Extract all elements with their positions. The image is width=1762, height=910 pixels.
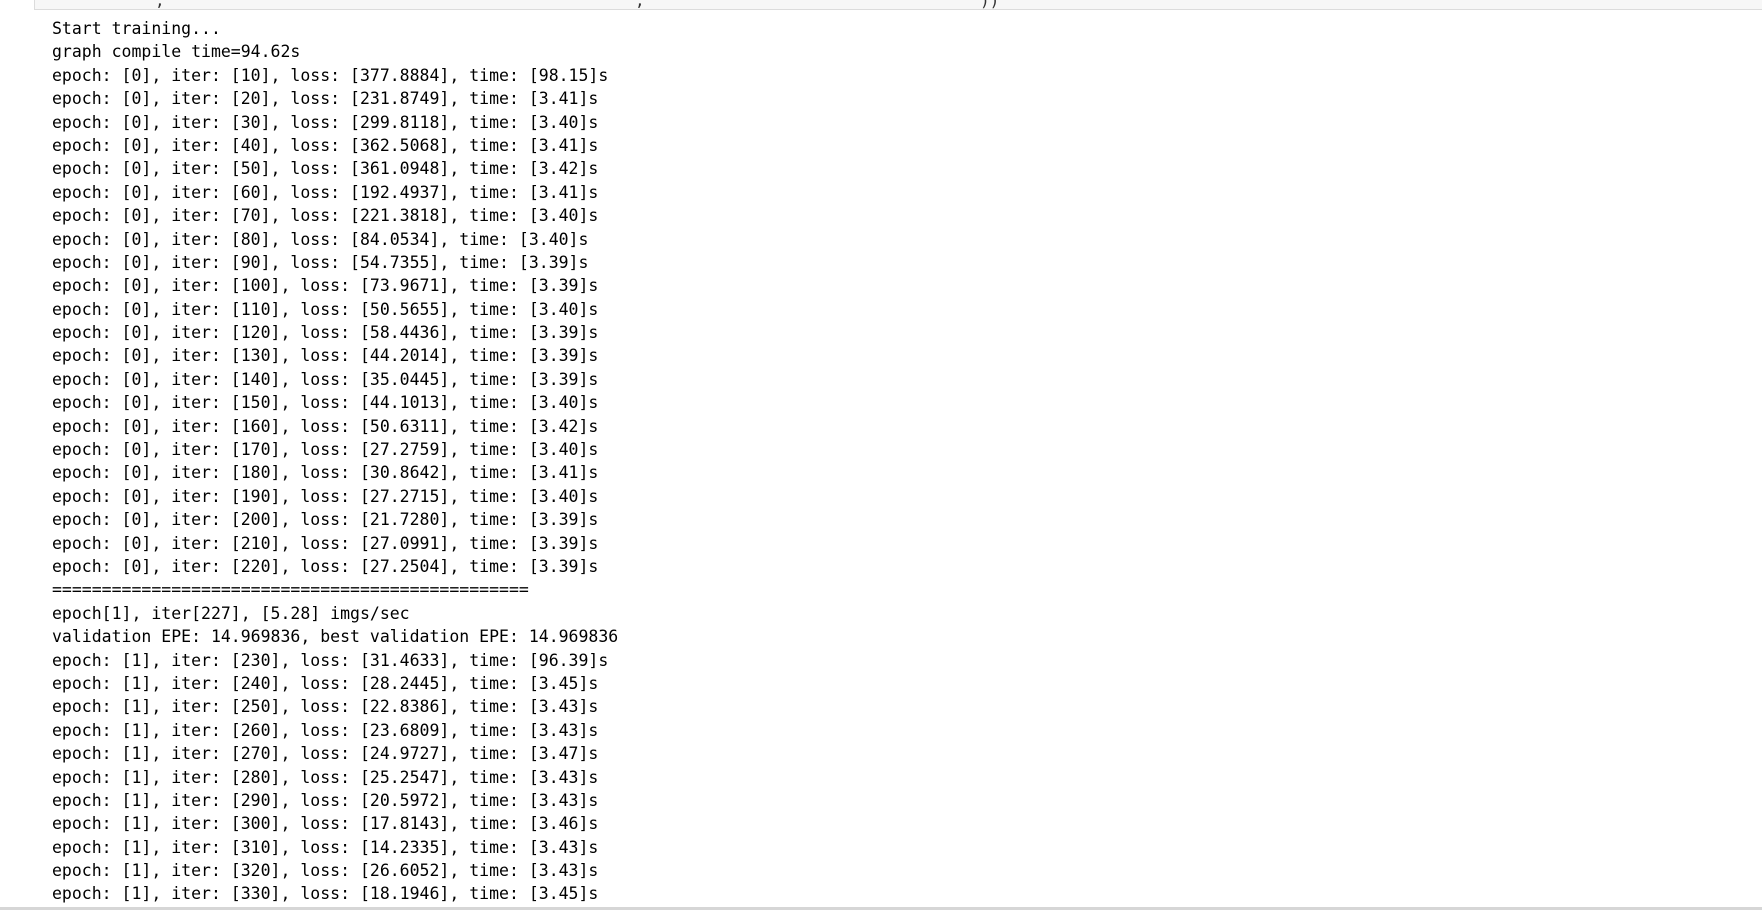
output-line: epoch: [0], iter: [20], loss: [231.8749]…	[52, 89, 599, 109]
output-line: epoch: [1], iter: [240], loss: [28.2445]…	[52, 673, 599, 693]
code-fragment: ,	[635, 0, 645, 10]
output-line: epoch: [0], iter: [160], loss: [50.6311]…	[52, 416, 599, 436]
code-fragment: _	[835, 0, 845, 10]
cell-output: Start training... graph compile time=94.…	[52, 17, 1752, 905]
output-line: epoch: [1], iter: [250], loss: [22.8386]…	[52, 697, 599, 717]
output-line: epoch: [1], iter: [310], loss: [14.2335]…	[52, 837, 599, 857]
code-fragment: ,	[155, 0, 165, 10]
code-fragment: _	[905, 0, 915, 10]
output-line: epoch: [0], iter: [190], loss: [27.2715]…	[52, 486, 599, 506]
code-fragment: '	[105, 0, 115, 10]
output-line: epoch: [0], iter: [130], loss: [44.2014]…	[52, 346, 599, 366]
code-fragment: '	[595, 0, 605, 10]
output-line: epoch: [0], iter: [60], loss: [192.4937]…	[52, 182, 599, 202]
output-line: epoch: [1], iter: [260], loss: [23.6809]…	[52, 720, 599, 740]
output-line: epoch: [0], iter: [120], loss: [58.4436]…	[52, 323, 599, 343]
code-cell-partial[interactable]: ' , " " ' , _ _ _ _ ))	[34, 0, 1762, 10]
output-line: epoch: [0], iter: [70], loss: [221.3818]…	[52, 206, 599, 226]
output-line: epoch: [0], iter: [100], loss: [73.9671]…	[52, 276, 599, 296]
output-line: epoch: [0], iter: [80], loss: [84.0534],…	[52, 229, 589, 249]
output-line: epoch: [0], iter: [40], loss: [362.5068]…	[52, 135, 599, 155]
output-line: epoch: [0], iter: [200], loss: [21.7280]…	[52, 510, 599, 530]
output-line: Start training...	[52, 19, 221, 38]
output-line: graph compile time=94.62s	[52, 42, 301, 62]
code-fragment: _	[940, 0, 950, 10]
output-line: epoch: [0], iter: [90], loss: [54.7355],…	[52, 252, 589, 272]
code-fragment: ))	[980, 0, 1000, 10]
output-line: validation EPE: 14.969836, best validati…	[52, 627, 619, 647]
output-line: epoch: [1], iter: [270], loss: [24.9727]…	[52, 744, 599, 764]
output-line: epoch: [0], iter: [180], loss: [30.8642]…	[52, 463, 599, 483]
output-line: epoch: [1], iter: [230], loss: [31.4633]…	[52, 650, 609, 670]
code-fragment: _	[735, 0, 745, 10]
output-line: epoch: [0], iter: [210], loss: [27.0991]…	[52, 533, 599, 553]
output-line: epoch: [0], iter: [220], loss: [27.2504]…	[52, 556, 599, 576]
output-line: epoch[1], iter[227], [5.28] imgs/sec	[52, 603, 410, 623]
code-string-fragment: "	[543, 0, 553, 10]
output-line: epoch: [1], iter: [280], loss: [25.2547]…	[52, 767, 599, 787]
output-line: epoch: [0], iter: [30], loss: [299.8118]…	[52, 112, 599, 132]
output-line: epoch: [1], iter: [300], loss: [17.8143]…	[52, 814, 599, 834]
separator-line: ========================================…	[52, 580, 529, 600]
output-line: epoch: [0], iter: [10], loss: [377.8884]…	[52, 65, 609, 85]
output-line: epoch: [0], iter: [150], loss: [44.1013]…	[52, 393, 599, 413]
code-string-fragment: "	[323, 0, 333, 10]
output-line: epoch: [1], iter: [320], loss: [26.6052]…	[52, 861, 599, 881]
output-line: epoch: [1], iter: [330], loss: [18.1946]…	[52, 884, 599, 904]
output-line: epoch: [0], iter: [110], loss: [50.5655]…	[52, 299, 599, 319]
output-line: epoch: [0], iter: [50], loss: [361.0948]…	[52, 159, 599, 179]
output-line: epoch: [1], iter: [290], loss: [20.5972]…	[52, 790, 599, 810]
output-line: epoch: [0], iter: [170], loss: [27.2759]…	[52, 440, 599, 460]
output-line: epoch: [0], iter: [140], loss: [35.0445]…	[52, 369, 599, 389]
